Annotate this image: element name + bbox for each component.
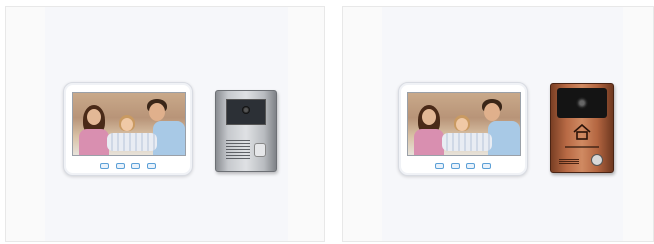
- camera-lens-icon: [242, 106, 250, 114]
- home-icon[interactable]: [131, 163, 141, 169]
- menu-icon[interactable]: [435, 163, 444, 169]
- person-face: [484, 103, 500, 121]
- home-icon[interactable]: [466, 163, 476, 169]
- person-face: [456, 118, 468, 131]
- monitor-screen-photo: [72, 92, 186, 156]
- intercom-monitor: [63, 82, 193, 176]
- pillow: [107, 133, 157, 151]
- pillow: [442, 133, 492, 151]
- menu-icon[interactable]: [100, 163, 109, 169]
- product-card-1[interactable]: [5, 6, 325, 242]
- nameplate: [565, 146, 599, 148]
- door-camera-bronze: [550, 83, 614, 173]
- back-icon[interactable]: [481, 163, 491, 169]
- door-camera-silver: [215, 90, 277, 172]
- person-body: [414, 129, 444, 155]
- person-body: [79, 129, 109, 155]
- person-face: [422, 109, 436, 125]
- camera-lens-icon: [576, 97, 588, 109]
- camera-panel: [226, 99, 266, 125]
- intercom-monitor: [398, 82, 528, 176]
- home-icon: [573, 124, 591, 140]
- microphone-grille: [559, 158, 579, 164]
- wifi-icon[interactable]: [115, 163, 125, 169]
- wifi-icon[interactable]: [450, 163, 460, 169]
- call-button-icon: [591, 154, 603, 166]
- product-image-area[interactable]: [45, 7, 288, 241]
- person-face: [149, 103, 165, 121]
- person-body: [153, 121, 185, 155]
- product-image-area[interactable]: [382, 7, 623, 241]
- product-card-2[interactable]: [342, 6, 654, 242]
- monitor-screen-photo: [407, 92, 521, 156]
- back-icon[interactable]: [146, 163, 156, 169]
- monitor-button-row: [100, 163, 156, 170]
- camera-panel: [557, 88, 607, 118]
- speaker-grille: [226, 139, 250, 159]
- person-body: [488, 121, 520, 155]
- person-face: [121, 118, 133, 131]
- call-button-icon: [254, 143, 266, 157]
- person-face: [87, 109, 101, 125]
- monitor-button-row: [435, 163, 491, 170]
